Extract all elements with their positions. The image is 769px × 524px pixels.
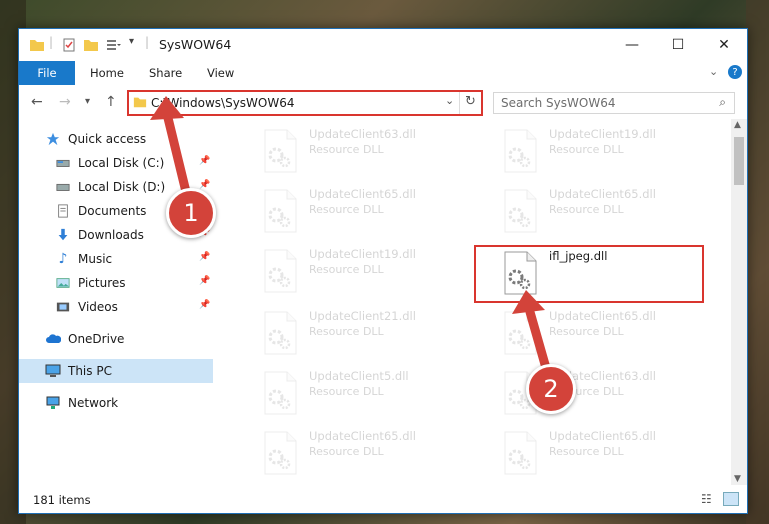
callout-badge-2: 2 bbox=[526, 364, 576, 414]
arrow-2-head bbox=[512, 290, 545, 314]
callout-badge-1: 1 bbox=[166, 188, 216, 238]
arrow-1-head bbox=[150, 96, 184, 120]
annotation-arrows bbox=[150, 96, 553, 380]
